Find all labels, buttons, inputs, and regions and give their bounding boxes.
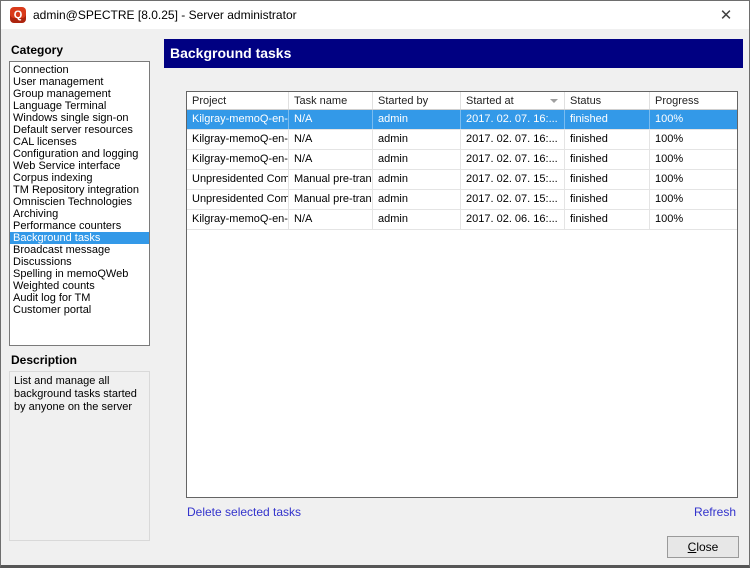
table-cell: Manual pre-transl...	[289, 170, 373, 189]
table-cell: Unpresidented Company-...	[187, 170, 289, 189]
table-cell: N/A	[289, 150, 373, 169]
table-cell: 2017. 02. 07. 16:...	[461, 130, 565, 149]
table-row[interactable]: Unpresidented Company-...Manual pre-tran…	[187, 170, 737, 190]
table-cell: finished	[565, 170, 650, 189]
table-cell: Manual pre-transl...	[289, 190, 373, 209]
description-label: Description	[11, 353, 77, 367]
table-cell: admin	[373, 130, 461, 149]
sidebar-item-group-management[interactable]: Group management	[10, 88, 149, 100]
server-administrator-window: Q admin@SPECTRE [8.0.25] - Server admini…	[0, 0, 750, 568]
sidebar-item-audit-log-for-tm[interactable]: Audit log for TM	[10, 292, 149, 304]
category-label: Category	[11, 43, 63, 57]
close-icon[interactable]: ✕	[703, 1, 749, 29]
table-cell: 100%	[650, 110, 737, 129]
column-header-label: Progress	[655, 95, 699, 107]
table-header-row: Project Task name Started by Started at Stat…	[187, 92, 737, 110]
table-cell: 2017. 02. 07. 15:...	[461, 190, 565, 209]
table-cell: Kilgray-memoQ-en-hu4	[187, 210, 289, 229]
table-row[interactable]: Unpresidented Company-...Manual pre-tran…	[187, 190, 737, 210]
sidebar-item-broadcast-message[interactable]: Broadcast message	[10, 244, 149, 256]
memoq-app-icon: Q	[10, 7, 26, 23]
sidebar-item-performance-counters[interactable]: Performance counters	[10, 220, 149, 232]
category-list[interactable]: ConnectionUser managementGroup managemen…	[9, 61, 150, 346]
column-header-status[interactable]: Status	[565, 92, 650, 109]
table-cell: 2017. 02. 07. 15:...	[461, 170, 565, 189]
table-cell: Kilgray-memoQ-en-hu3	[187, 110, 289, 129]
column-header-started-by[interactable]: Started by	[373, 92, 461, 109]
sidebar-item-web-service-interface[interactable]: Web Service interface	[10, 160, 149, 172]
table-cell: finished	[565, 150, 650, 169]
table-cell: 100%	[650, 130, 737, 149]
table-cell: 100%	[650, 210, 737, 229]
sidebar-item-default-server-resources[interactable]: Default server resources	[10, 124, 149, 136]
column-header-progress[interactable]: Progress	[650, 92, 737, 109]
table-cell: 2017. 02. 07. 16:...	[461, 110, 565, 129]
table-cell: admin	[373, 190, 461, 209]
sidebar-item-corpus-indexing[interactable]: Corpus indexing	[10, 172, 149, 184]
sidebar-item-background-tasks[interactable]: Background tasks	[10, 232, 149, 244]
table-cell: Kilgray-memoQ-en-hu	[187, 130, 289, 149]
sidebar-item-discussions[interactable]: Discussions	[10, 256, 149, 268]
table-cell: finished	[565, 130, 650, 149]
refresh-link[interactable]: Refresh	[694, 505, 736, 519]
sidebar-item-weighted-counts[interactable]: Weighted counts	[10, 280, 149, 292]
column-header-task-name[interactable]: Task name	[289, 92, 373, 109]
table-row[interactable]: Kilgray-memoQ-en-hu2N/Aadmin2017. 02. 07…	[187, 150, 737, 170]
table-cell: admin	[373, 170, 461, 189]
background-tasks-table[interactable]: Project Task name Started by Started at Stat…	[186, 91, 738, 498]
titlebar: Q admin@SPECTRE [8.0.25] - Server admini…	[1, 1, 749, 29]
column-header-label: Started by	[378, 95, 428, 107]
delete-selected-tasks-link[interactable]: Delete selected tasks	[187, 505, 301, 519]
column-header-project[interactable]: Project	[187, 92, 289, 109]
column-header-label: Status	[570, 95, 601, 107]
sidebar-item-language-terminal[interactable]: Language Terminal	[10, 100, 149, 112]
column-header-label: Started at	[466, 95, 514, 107]
table-cell: finished	[565, 110, 650, 129]
sidebar-item-configuration-and-logging[interactable]: Configuration and logging	[10, 148, 149, 160]
page-title: Background tasks	[164, 39, 743, 68]
table-cell: 2017. 02. 07. 16:...	[461, 150, 565, 169]
table-cell: admin	[373, 110, 461, 129]
sidebar-item-cal-licenses[interactable]: CAL licenses	[10, 136, 149, 148]
table-row[interactable]: Kilgray-memoQ-en-huN/Aadmin2017. 02. 07.…	[187, 130, 737, 150]
close-button[interactable]: Close	[667, 536, 739, 558]
sidebar-item-omniscien-technologies[interactable]: Omniscien Technologies	[10, 196, 149, 208]
table-cell: admin	[373, 150, 461, 169]
sidebar-item-archiving[interactable]: Archiving	[10, 208, 149, 220]
table-cell: Kilgray-memoQ-en-hu2	[187, 150, 289, 169]
table-cell: N/A	[289, 130, 373, 149]
table-cell: 100%	[650, 150, 737, 169]
table-cell: admin	[373, 210, 461, 229]
description-text: List and manage all background tasks sta…	[9, 371, 150, 541]
sidebar-item-windows-single-sign-on[interactable]: Windows single sign-on	[10, 112, 149, 124]
table-cell: 2017. 02. 06. 16:...	[461, 210, 565, 229]
column-header-label: Task name	[294, 95, 347, 107]
table-cell: finished	[565, 210, 650, 229]
table-cell: 100%	[650, 170, 737, 189]
window-title: admin@SPECTRE [8.0.25] - Server administ…	[33, 8, 297, 22]
sidebar-item-user-management[interactable]: User management	[10, 76, 149, 88]
table-row[interactable]: Kilgray-memoQ-en-hu3N/Aadmin2017. 02. 07…	[187, 110, 737, 130]
table-cell: N/A	[289, 210, 373, 229]
table-body: Kilgray-memoQ-en-hu3N/Aadmin2017. 02. 07…	[187, 110, 737, 497]
table-row[interactable]: Kilgray-memoQ-en-hu4N/Aadmin2017. 02. 06…	[187, 210, 737, 230]
column-header-started-at[interactable]: Started at	[461, 92, 565, 109]
sidebar-item-tm-repository-integration[interactable]: TM Repository integration	[10, 184, 149, 196]
table-cell: N/A	[289, 110, 373, 129]
sidebar-item-spelling-in-memoqweb[interactable]: Spelling in memoQWeb	[10, 268, 149, 280]
table-cell: finished	[565, 190, 650, 209]
sidebar-item-customer-portal[interactable]: Customer portal	[10, 304, 149, 316]
sidebar-item-connection[interactable]: Connection	[10, 64, 149, 76]
table-cell: Unpresidented Company-...	[187, 190, 289, 209]
table-cell: 100%	[650, 190, 737, 209]
sort-desc-icon	[550, 99, 558, 103]
column-header-label: Project	[192, 95, 226, 107]
